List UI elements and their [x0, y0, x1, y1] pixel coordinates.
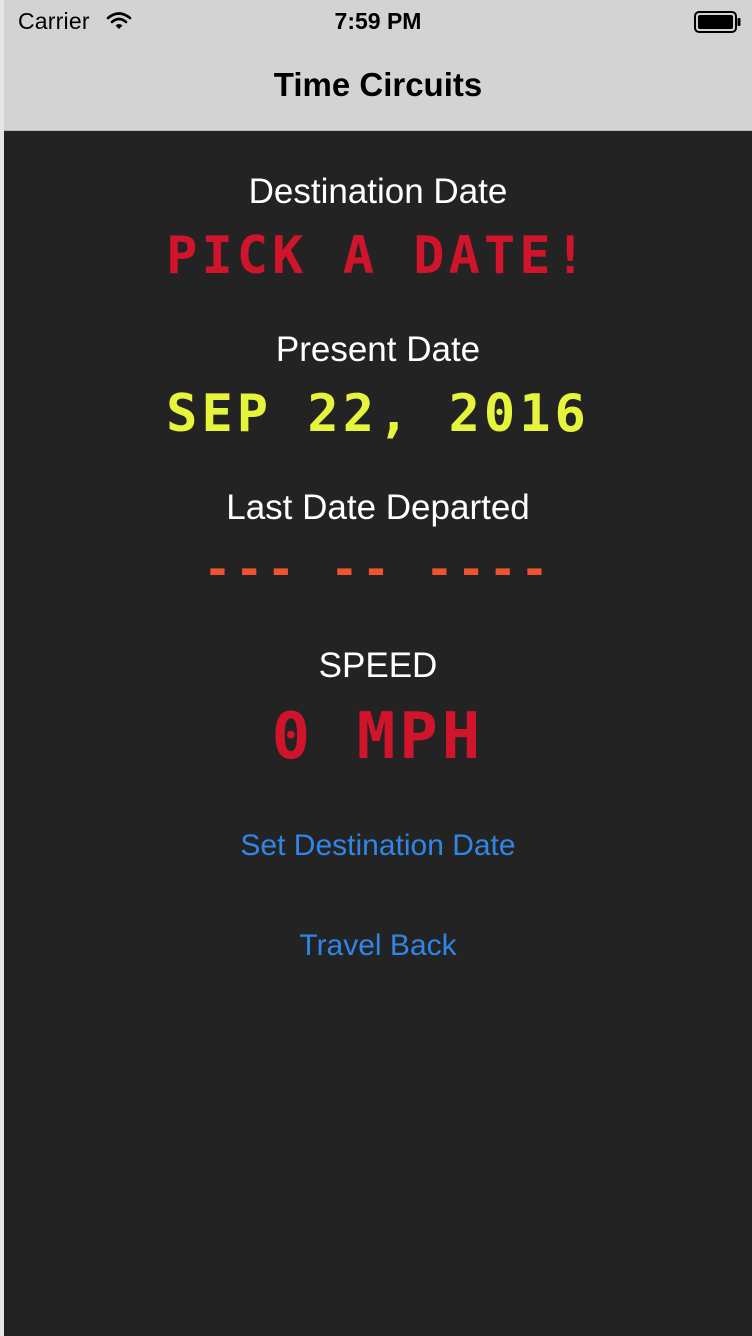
- set-destination-date-button[interactable]: Set Destination Date: [4, 829, 752, 863]
- destination-date-label: Destination Date: [248, 172, 508, 211]
- status-time: 7:59 PM: [334, 8, 422, 34]
- present-date-label: Present Date: [275, 330, 481, 369]
- speed-display: 0 MPH: [271, 700, 485, 774]
- status-bar: Carrier 7:59 PM: [4, 0, 752, 44]
- speed-label: SPEED: [318, 646, 438, 685]
- last-departed-display: --- -- ----: [203, 542, 553, 596]
- page-title: Time Circuits: [273, 66, 483, 103]
- battery-icon: [694, 11, 741, 33]
- destination-date-display: PICK A DATE!: [166, 226, 590, 286]
- last-departed-label: Last Date Departed: [226, 488, 530, 527]
- navigation-bar: Time Circuits: [4, 44, 752, 131]
- travel-back-button[interactable]: Travel Back: [4, 929, 752, 963]
- present-date-display: SEP 22, 2016: [166, 384, 590, 444]
